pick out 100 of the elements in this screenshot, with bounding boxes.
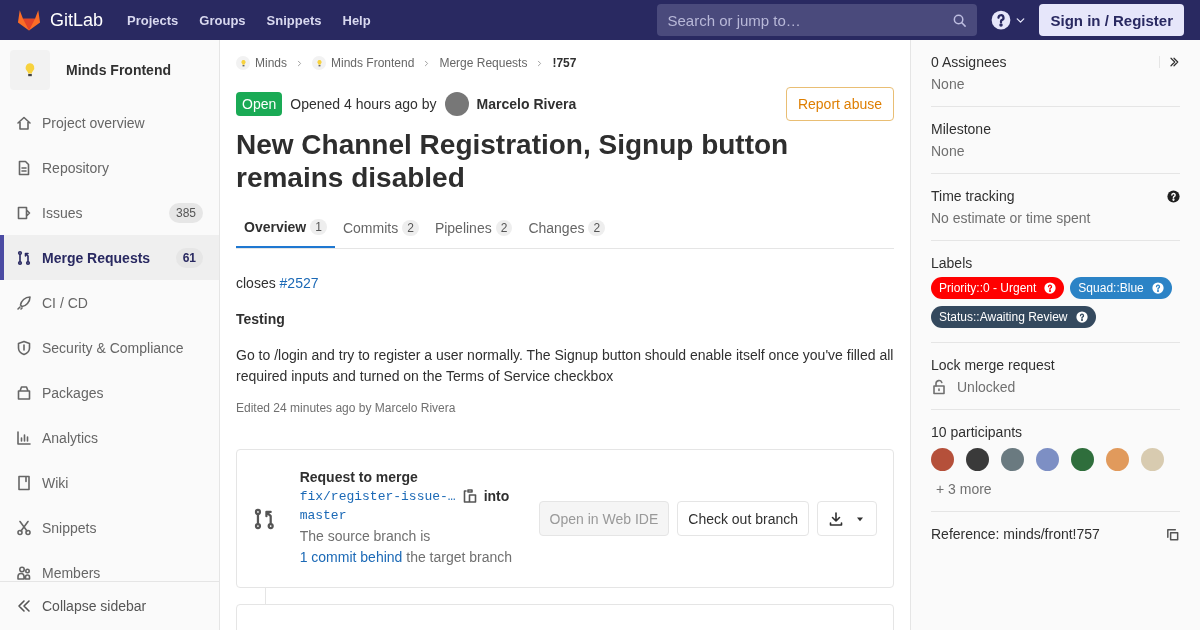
download-icon — [828, 510, 844, 527]
count-badge: 2 — [402, 220, 419, 236]
issue-link[interactable]: #2527 — [279, 275, 319, 291]
nav-link[interactable]: Groups — [199, 12, 246, 28]
scissors-icon — [16, 519, 32, 536]
merge-request-icon — [16, 249, 32, 266]
participant-avatar[interactable] — [931, 448, 954, 471]
count-badge: 1 — [310, 219, 327, 235]
help-icon — [1151, 282, 1164, 294]
description-heading: Testing — [236, 310, 286, 329]
search-icon — [952, 13, 968, 28]
source-branch-link[interactable]: fix/register-issue-… — [299, 488, 456, 504]
sidebar-item[interactable]: Wiki — [0, 460, 219, 505]
tab[interactable]: Changes 2 — [520, 208, 614, 248]
sidebar-item[interactable]: CI / CD — [0, 280, 219, 325]
tab[interactable]: Overview 1 — [236, 208, 335, 248]
breadcrumb-link[interactable]: Minds Frontend — [312, 56, 415, 70]
milestone-title: Milestone — [931, 121, 991, 137]
label-tag[interactable]: Squad::Blue — [1070, 277, 1172, 299]
issues-icon — [16, 204, 32, 221]
sidebar-item[interactable]: Packages — [0, 370, 219, 415]
copy-icon — [1165, 526, 1180, 542]
count-badge: 2 — [588, 220, 606, 236]
double-chevron-right-icon — [1168, 56, 1180, 68]
sidebar-item-label: Security & Compliance — [42, 339, 185, 356]
package-icon — [16, 384, 32, 401]
users-icon — [16, 564, 32, 581]
sidebar-item-label: Repository — [42, 159, 110, 176]
time-tracking-value: No estimate or time spent — [931, 210, 1092, 226]
breadcrumb-link[interactable]: Minds — [236, 56, 287, 70]
time-tracking-title: Time tracking — [931, 188, 1015, 204]
label-tag[interactable]: Status::Awaiting Review — [931, 306, 1096, 328]
sidebar-item-label: Merge Requests — [42, 249, 152, 266]
collapse-sidebar-button[interactable]: Collapse sidebar — [0, 581, 219, 630]
bar-chart-icon — [16, 429, 32, 446]
target-branch-link[interactable]: master — [299, 508, 519, 523]
download-dropdown[interactable] — [817, 501, 877, 536]
sidebar-item[interactable]: Members — [0, 550, 219, 581]
nav-link[interactable]: Help — [342, 12, 371, 28]
reference-text: Reference: minds/front!757 — [931, 526, 1100, 542]
label-tag[interactable]: Priority::0 - Urgent — [931, 277, 1065, 299]
sign-in-button[interactable]: Sign in / Register — [1039, 4, 1184, 36]
status-badge: Open — [236, 92, 283, 116]
opened-text: Opened 4 hours ago by — [290, 96, 437, 112]
milestone-value: None — [931, 143, 966, 159]
help-icon — [1167, 189, 1180, 203]
assignees-value: None — [931, 76, 966, 92]
sidebar-item[interactable]: Merge Requests 61 — [0, 235, 219, 280]
breadcrumb-link[interactable]: !757 — [552, 56, 577, 70]
description-text: closes #2527 — [236, 274, 320, 293]
expand-sidebar-button[interactable] — [1159, 56, 1180, 68]
merge-request-icon — [253, 506, 276, 531]
lock-status: Unlocked — [957, 379, 1016, 395]
participant-avatar[interactable] — [1071, 448, 1094, 471]
assignees-title: 0 Assignees — [931, 54, 1007, 70]
rocket-icon — [16, 294, 32, 311]
participant-avatar[interactable] — [966, 448, 989, 471]
brand-name[interactable]: GitLab — [50, 9, 104, 31]
count-badge: 61 — [175, 247, 203, 268]
sidebar-item-label: Issues — [42, 204, 84, 221]
sidebar-item[interactable]: Project overview — [0, 100, 219, 145]
nav-link[interactable]: Snippets — [266, 12, 322, 28]
count-badge: 385 — [168, 202, 203, 223]
sidebar-item[interactable]: Analytics — [0, 415, 219, 460]
search-field[interactable]: Search or jump to… — [657, 4, 978, 36]
into-label: into — [483, 488, 510, 504]
sidebar-item[interactable]: Snippets — [0, 505, 219, 550]
tab[interactable]: Commits 2 — [334, 208, 427, 248]
sidebar-item-label: Project overview — [42, 114, 146, 131]
author-link[interactable]: Marcelo Rivera — [476, 96, 577, 112]
sidebar-item-label: Packages — [42, 384, 105, 401]
sidebar-item-label: Wiki — [42, 474, 70, 491]
branch-status-text: The source branch is 1 commit behind the target branch — [299, 527, 514, 567]
copy-reference-button[interactable] — [1165, 526, 1180, 542]
unlocked-padlock-icon — [931, 379, 947, 395]
sidebar-item[interactable]: Issues 385 — [0, 190, 219, 235]
house-icon — [16, 114, 32, 131]
user-avatar — [444, 92, 469, 116]
sidebar-item[interactable]: Repository — [0, 145, 219, 190]
commit-link[interactable]: 1 commit behind — [299, 549, 403, 565]
more-participants-link[interactable]: + 3 more — [931, 481, 1180, 497]
participants-title: 10 participants — [931, 424, 1023, 440]
double-chevron-left-icon — [16, 598, 32, 614]
copy-branch-button[interactable] — [461, 488, 478, 504]
sidebar-item[interactable]: Security & Compliance — [0, 325, 219, 370]
sidebar-item-label: Snippets — [42, 519, 98, 536]
project-name[interactable]: Minds Frontend — [66, 62, 171, 78]
count-badge: 2 — [495, 220, 513, 236]
widget-button[interactable]: Check out branch — [677, 501, 809, 536]
lock-title: Lock merge request — [931, 357, 1055, 373]
sidebar-item-label: Members — [42, 564, 102, 581]
tab[interactable]: Pipelines 2 — [426, 208, 521, 248]
merge-request-title: New Channel Registration, Signup button remains disabled — [236, 128, 790, 194]
widget-title: Request to merge — [299, 469, 419, 485]
shield-icon — [16, 339, 32, 356]
breadcrumb-link[interactable]: Merge Requests — [439, 56, 528, 70]
sidebar-item-label: Analytics — [42, 429, 100, 446]
book-icon — [16, 474, 32, 491]
nav-link[interactable]: Projects — [127, 12, 179, 28]
help-icon — [1075, 311, 1088, 323]
